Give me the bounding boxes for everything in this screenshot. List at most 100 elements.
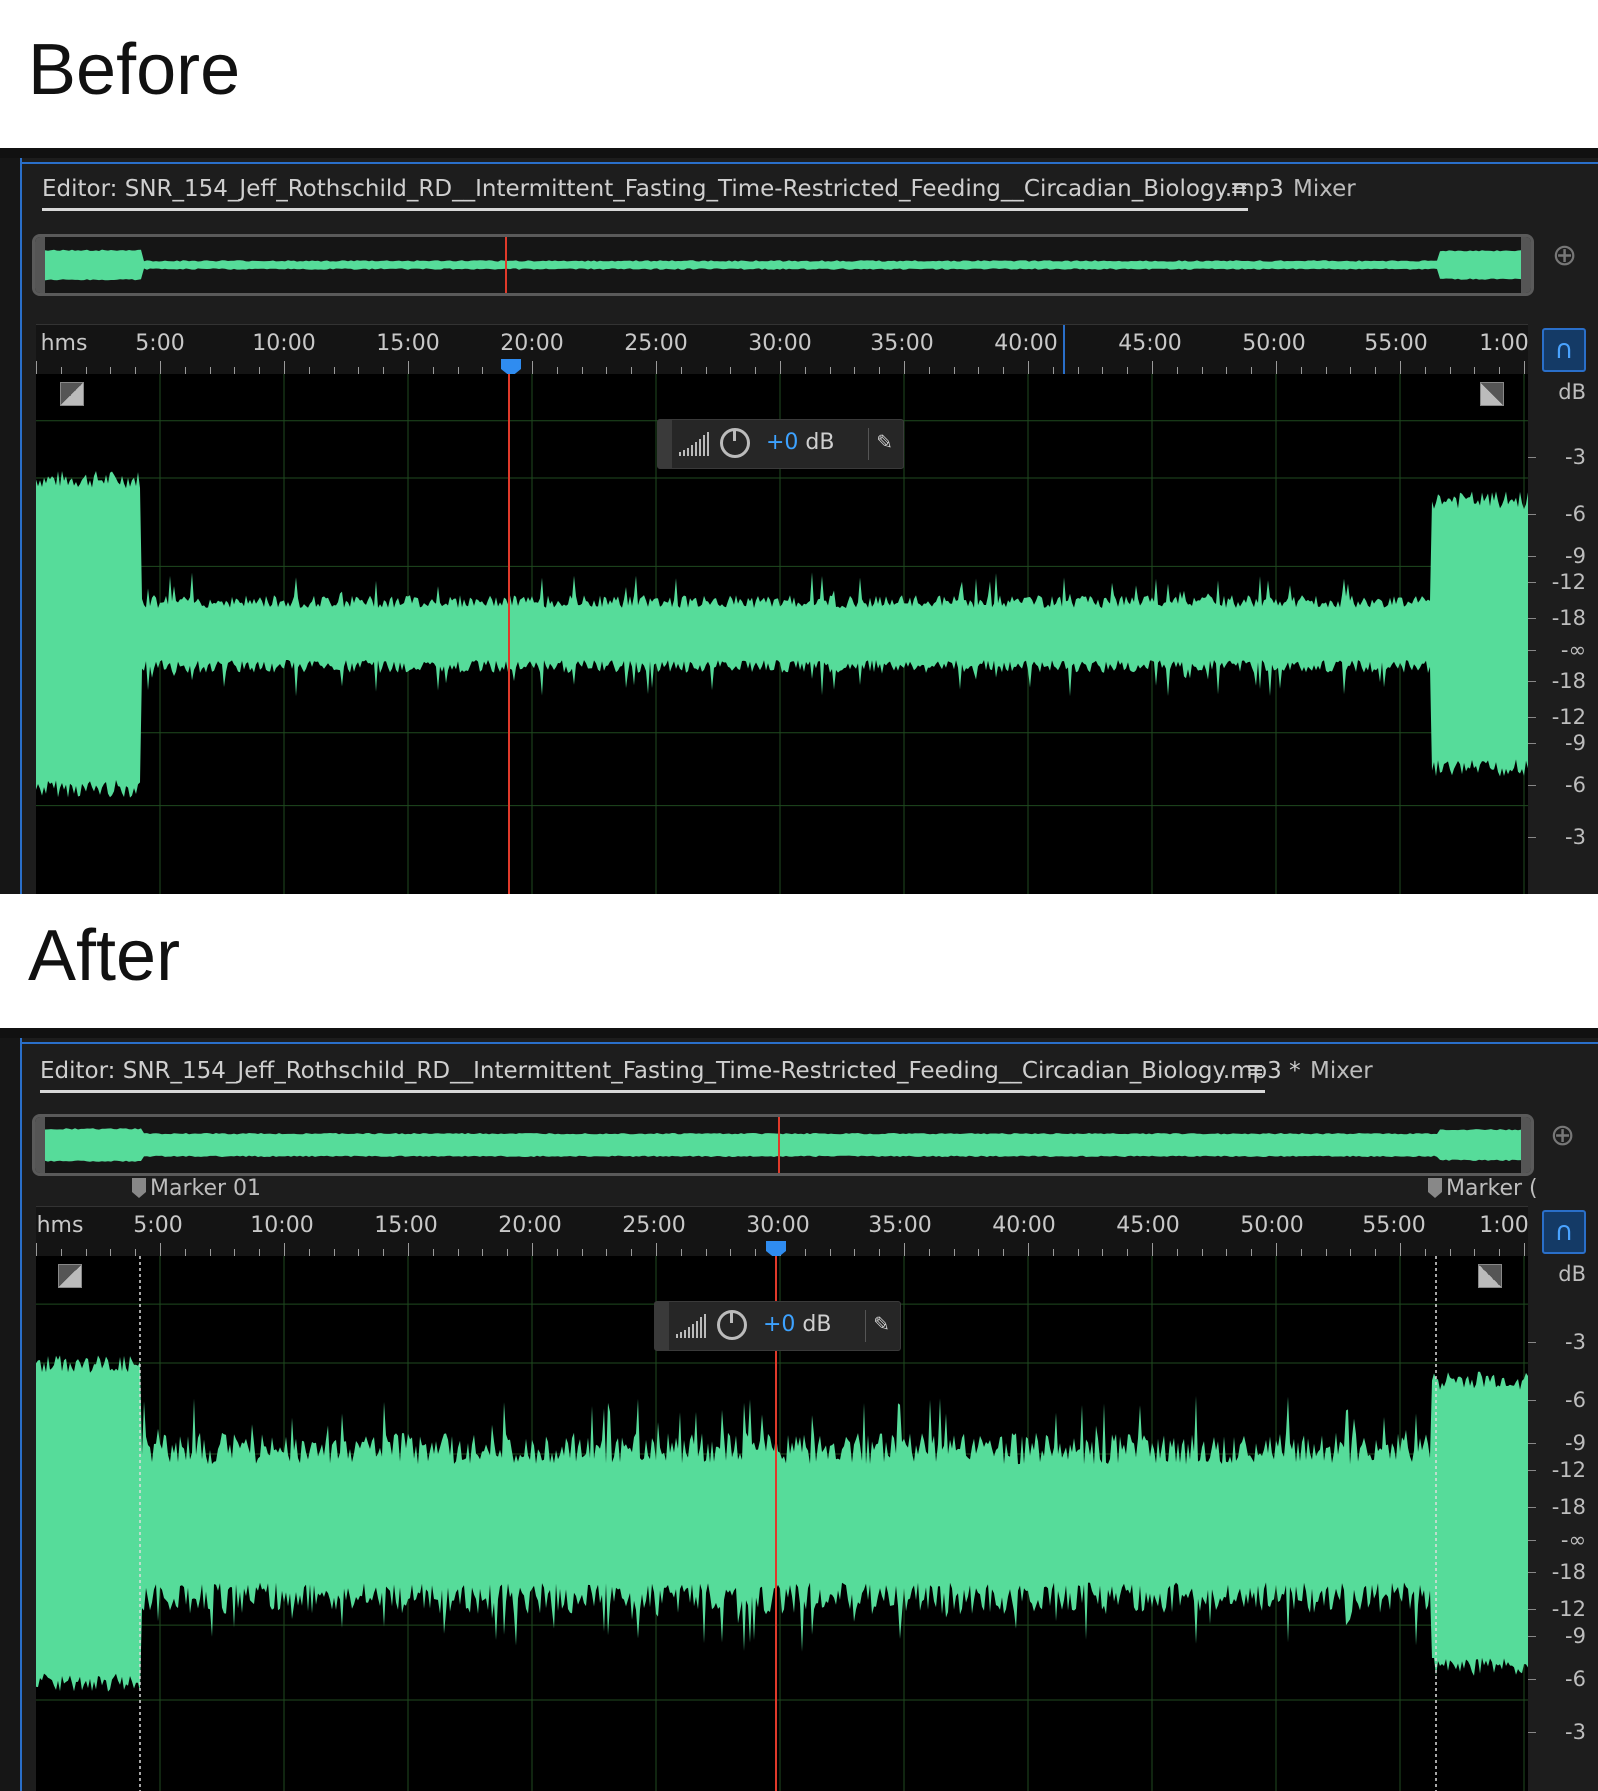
editor-tab[interactable]: Editor: SNR_154_Jeff_Rothschild_RD__Inte… [40, 1058, 1301, 1084]
db-unit: dB [1558, 1262, 1586, 1286]
menu-icon[interactable]: ≡ [1230, 176, 1248, 201]
volume-hud[interactable]: +0 dB ✎ [657, 419, 904, 469]
mixer-tab[interactable]: Mixer [1310, 1058, 1373, 1084]
ruler-tick [1400, 1243, 1401, 1257]
overview-waveform [45, 1117, 1521, 1173]
overview-navigator[interactable] [32, 1114, 1534, 1176]
db-label: -∞ [1560, 1527, 1586, 1552]
time-label-15: 15:00 [374, 1213, 438, 1238]
marker-01[interactable]: Marker 01 [132, 1176, 261, 1201]
before-editor-panel: Editor: SNR_154_Jeff_Rothschild_RD__Inte… [0, 148, 1598, 894]
zoom-icon[interactable]: ⊕ [1550, 1118, 1575, 1153]
time-label-20: 20:00 [500, 331, 564, 356]
db-tick [1528, 717, 1536, 719]
db-label: -3 [1565, 1720, 1586, 1745]
time-label-10: 10:00 [250, 1213, 314, 1238]
ruler-tick [904, 1243, 905, 1257]
db-tick [1528, 1341, 1536, 1343]
db-label: -18 [1551, 1559, 1586, 1584]
ruler-tick [408, 361, 409, 375]
time-label-20: 20:00 [498, 1213, 562, 1238]
time-ruler[interactable]: hms 5:00 10:00 15:00 20:00 25:00 30:00 3… [36, 1206, 1529, 1259]
fade-out-icon[interactable] [1478, 1264, 1502, 1288]
ruler-tick [532, 361, 533, 375]
marker-01-label: Marker 01 [150, 1176, 262, 1201]
ruler-tick [780, 361, 781, 375]
ruler-tick [408, 1243, 409, 1257]
db-label: -12 [1551, 570, 1586, 594]
overview-waveform [45, 237, 1521, 293]
ruler-tick [656, 1243, 657, 1257]
panel-focus-edge-top [20, 162, 1598, 164]
db-tick [1528, 784, 1536, 786]
overview-waveform-path [45, 1128, 1521, 1162]
after-heading: After [28, 916, 181, 996]
db-label: -9 [1565, 1431, 1586, 1456]
db-label: -9 [1565, 731, 1586, 756]
ruler-tick [1152, 361, 1153, 375]
volume-hud[interactable]: +0 dB ✎ [654, 1301, 901, 1351]
before-heading: Before [28, 30, 241, 110]
ruler-unit: hms [36, 1213, 84, 1238]
pin-icon[interactable]: ✎ [876, 430, 893, 454]
ruler-tick [36, 1243, 37, 1257]
db-tick [1528, 680, 1536, 682]
ruler-tick [160, 1243, 161, 1257]
fade-in-icon[interactable] [58, 1264, 82, 1288]
pin-icon[interactable]: ✎ [873, 1312, 890, 1336]
waveform-path [36, 1355, 1528, 1692]
db-label: -6 [1565, 1388, 1586, 1413]
db-tick [1528, 743, 1536, 745]
overview-waveform-path [45, 249, 1521, 281]
hud-grip[interactable] [658, 420, 672, 468]
waveform-display[interactable]: +0 dB ✎ [36, 1256, 1528, 1791]
hud-grip[interactable] [655, 1302, 669, 1350]
zoom-icon[interactable]: ⊕ [1552, 238, 1577, 273]
db-label: -12 [1551, 1597, 1586, 1622]
panel-focus-edge [20, 1038, 22, 1791]
db-label: -3 [1565, 824, 1586, 849]
db-tick [1528, 457, 1536, 459]
hud-gain-unit: dB [795, 1312, 832, 1337]
editor-tab-underline [40, 1090, 1265, 1093]
menu-icon[interactable]: ≡ [1246, 1058, 1264, 1083]
editor-tab[interactable]: Editor: SNR_154_Jeff_Rothschild_RD__Inte… [42, 176, 1284, 202]
db-scale: dB -3 -6 -9 -12 -18 -∞ -18 -12 -9 -6 -3 [1528, 1256, 1598, 1791]
time-label-35: 35:00 [868, 1213, 932, 1238]
panel-left-strip [0, 1038, 20, 1791]
time-label-50: 50:00 [1242, 331, 1306, 356]
overview-navigator[interactable] [32, 234, 1534, 296]
waveform-path [36, 471, 1528, 798]
magnet-snap-icon[interactable]: ∩ [1542, 1210, 1586, 1254]
time-ruler[interactable]: hms 5:00 10:00 15:00 20:00 25:00 30:00 3… [36, 324, 1529, 377]
ruler-tick [36, 361, 37, 375]
time-label-40: 40:00 [992, 1213, 1056, 1238]
marker-02[interactable]: Marker ( [1428, 1176, 1538, 1201]
mixer-tab[interactable]: Mixer [1293, 176, 1356, 202]
hud-gain-value: +0 dB [763, 1312, 832, 1337]
editor-tab-underline [42, 208, 1248, 211]
fade-in-icon[interactable] [60, 382, 84, 406]
magnet-snap-icon[interactable]: ∩ [1542, 328, 1586, 372]
hud-separator [868, 428, 869, 460]
db-tick [1528, 836, 1536, 838]
ruler-unit: hms [40, 331, 88, 356]
time-label-55: 55:00 [1364, 331, 1428, 356]
db-label: -18 [1551, 668, 1586, 693]
db-label: -3 [1565, 445, 1586, 470]
fade-out-icon[interactable] [1480, 382, 1504, 406]
db-tick [1528, 514, 1536, 516]
marker-flag-icon [132, 1178, 146, 1198]
time-label-40: 40:00 [994, 331, 1058, 356]
ruler-tick [1028, 361, 1029, 375]
db-label: -6 [1565, 772, 1586, 797]
time-label-30: 30:00 [746, 1213, 810, 1238]
time-label-10: 10:00 [252, 331, 316, 356]
db-tick [1528, 649, 1536, 651]
hud-gain-value: +0 dB [766, 430, 835, 455]
volume-knob-icon[interactable] [717, 1310, 747, 1340]
db-tick [1528, 1470, 1536, 1471]
hud-gain-number: +0 [766, 430, 799, 455]
volume-knob-icon[interactable] [720, 428, 750, 458]
waveform-display[interactable]: +0 dB ✎ [36, 374, 1528, 894]
